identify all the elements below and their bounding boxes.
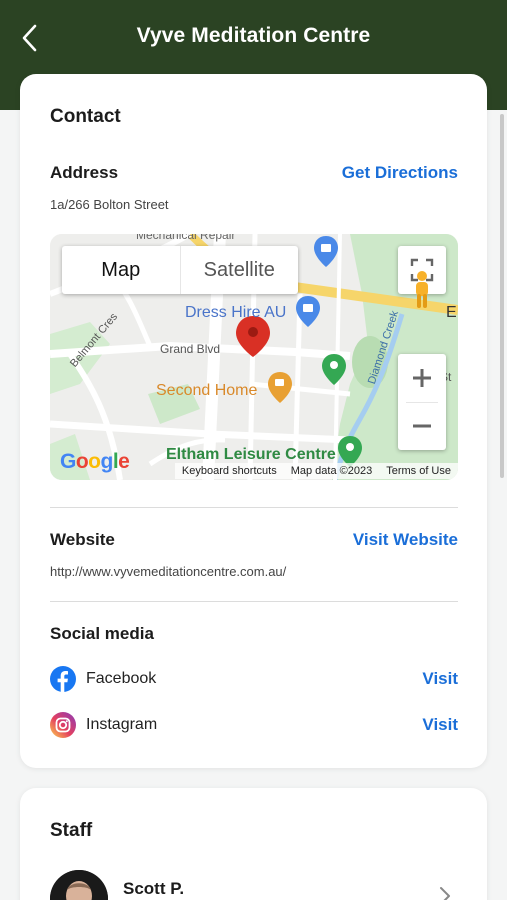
website-label: Website <box>50 530 115 549</box>
map-type-toggle: Map Satellite <box>62 246 298 294</box>
website-value: http://www.vyvemeditationcentre.com.au/ <box>50 564 287 579</box>
contact-section-title: Contact <box>50 106 121 127</box>
zoom-controls <box>398 354 446 450</box>
staff-section-title: Staff <box>50 820 93 841</box>
staff-member-name: Scott P. <box>123 879 185 898</box>
social-name-instagram: Instagram <box>86 716 158 733</box>
map-label-e: E <box>446 304 457 321</box>
instagram-icon <box>50 712 76 738</box>
map-label-grand-blvd: Grand Blvd <box>160 342 221 356</box>
divider <box>50 601 458 602</box>
map-label-dress-hire: Dress Hire AU <box>185 304 287 321</box>
social-name-facebook: Facebook <box>86 670 157 687</box>
map-label-second-home: Second Home <box>156 382 258 399</box>
social-row-instagram: Instagram Visit <box>50 710 458 740</box>
visit-website-link[interactable]: Visit Website <box>353 530 458 550</box>
avatar <box>50 870 108 900</box>
zoom-out-button[interactable] <box>398 402 446 450</box>
visit-facebook-link[interactable]: Visit <box>422 669 458 689</box>
location-map[interactable]: Dress Hire AU Grand Blvd Belmont Cres Se… <box>50 234 458 480</box>
avatar-photo <box>50 870 108 900</box>
address-label: Address <box>50 163 119 182</box>
zoom-in-button[interactable] <box>398 354 446 402</box>
map-type-satellite-button[interactable]: Satellite <box>181 246 299 294</box>
get-directions-link[interactable]: Get Directions <box>342 163 458 183</box>
staff-card: Staff Scott P. <box>20 788 487 900</box>
map-data-attribution: Map data ©2023 <box>283 463 380 479</box>
social-media-label: Social media <box>50 624 154 643</box>
map-footer: Keyboard shortcuts Map data ©2023 Terms … <box>50 462 458 480</box>
address-value: 1a/266 Bolton Street <box>50 197 169 212</box>
terms-of-use-link[interactable]: Terms of Use <box>379 463 458 479</box>
facebook-icon <box>50 666 76 692</box>
plus-icon <box>413 369 431 387</box>
map-label-mechanical-repair: Mechanical Repair <box>136 234 236 242</box>
minus-icon <box>413 424 431 428</box>
zoom-divider <box>406 402 438 403</box>
scrollbar[interactable] <box>500 114 504 478</box>
chevron-right-icon <box>440 887 450 900</box>
street-view-pegman-icon[interactable] <box>410 270 434 310</box>
map-type-map-button[interactable]: Map <box>62 246 181 294</box>
visit-instagram-link[interactable]: Visit <box>422 715 458 735</box>
page-title: Vyve Meditation Centre <box>136 24 371 47</box>
divider <box>50 507 458 508</box>
contact-card: Contact Address Get Directions 1a/266 Bo… <box>20 74 487 768</box>
keyboard-shortcuts-link[interactable]: Keyboard shortcuts <box>174 463 284 479</box>
social-row-facebook: Facebook Visit <box>50 664 458 694</box>
